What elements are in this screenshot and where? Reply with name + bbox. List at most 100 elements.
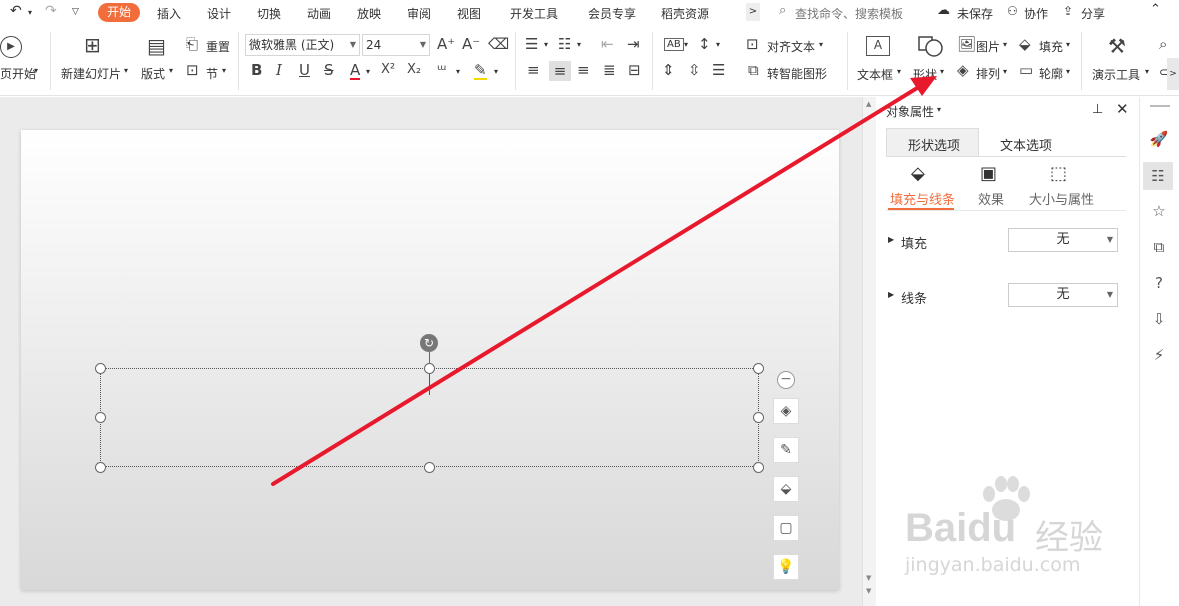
expand-icon[interactable]: ▶: [888, 290, 894, 299]
picture-icon[interactable]: 🖼: [957, 37, 976, 52]
undo-icon[interactable]: ↶: [10, 3, 22, 19]
vertical-scrollbar[interactable]: ▲ ▼ ▼: [862, 97, 876, 606]
line-spacing-icon[interactable]: ↕: [698, 37, 711, 52]
resize-handle-tl[interactable]: [95, 363, 106, 374]
fill-button[interactable]: 填充: [1039, 38, 1063, 55]
tab-animation[interactable]: 动画: [307, 5, 331, 22]
align-center-icon[interactable]: ≡: [549, 61, 571, 81]
superscript-button[interactable]: X²: [381, 63, 395, 76]
chevron-down-icon[interactable]: ▾: [1003, 67, 1007, 76]
numbered-list-icon[interactable]: ☷: [558, 37, 571, 52]
chevron-down-icon[interactable]: ▾: [169, 66, 173, 75]
undo-dropdown-icon[interactable]: ▾: [28, 8, 32, 17]
tab-home[interactable]: 开始: [98, 3, 140, 22]
chevron-down-icon[interactable]: ▾: [684, 40, 688, 49]
properties-icon[interactable]: ☷: [1143, 162, 1173, 190]
bold-button[interactable]: B: [251, 63, 262, 78]
tools-icon[interactable]: ⚒: [1108, 36, 1126, 56]
from-start-button[interactable]: 页开始: [0, 65, 36, 82]
justify-icon[interactable]: ≣: [603, 63, 616, 78]
chevron-down-icon[interactable]: ▾: [1145, 67, 1149, 76]
search-input[interactable]: 查找命令、搜索模板: [795, 5, 903, 22]
smartart-icon[interactable]: ⧉: [748, 63, 759, 78]
chevron-down-icon[interactable]: ▾: [940, 67, 944, 76]
help-icon[interactable]: ?: [1148, 272, 1170, 294]
idea-icon[interactable]: 💡: [773, 554, 799, 580]
font-color-button[interactable]: A: [350, 63, 361, 80]
outline-icon[interactable]: ▭: [1019, 63, 1033, 78]
align-text-icon[interactable]: ⊡: [746, 37, 759, 52]
chevron-down-icon[interactable]: ▾: [1066, 67, 1070, 76]
chevron-down-icon[interactable]: ▾: [937, 105, 941, 114]
pin-icon[interactable]: ⊥: [1092, 102, 1103, 117]
collapse-tools-icon[interactable]: −: [777, 371, 795, 389]
layers-icon[interactable]: ◈: [773, 398, 799, 424]
tab-insert[interactable]: 插入: [157, 5, 181, 22]
collab-button[interactable]: 协作: [1024, 5, 1048, 22]
fill-tool-icon[interactable]: ⬙: [773, 476, 799, 502]
sub-tab-fill-line[interactable]: 填充与线条: [890, 189, 955, 208]
decrease-indent-icon[interactable]: ⇤: [601, 37, 614, 52]
highlight-icon[interactable]: ✎: [474, 63, 487, 80]
increase-indent-icon[interactable]: ⇥: [627, 37, 640, 52]
tab-member[interactable]: 会员专享: [588, 5, 636, 22]
fill-line-icon[interactable]: ⬙: [911, 163, 925, 184]
chevron-down-icon[interactable]: ▾: [366, 67, 370, 76]
star-icon[interactable]: ☆: [1148, 200, 1170, 222]
rotate-handle-icon[interactable]: ↻: [420, 334, 438, 352]
bullet-list-icon[interactable]: ☰: [525, 37, 538, 52]
italic-button[interactable]: I: [276, 63, 282, 78]
line-select[interactable]: 无 ▼: [1008, 283, 1118, 307]
section-button[interactable]: 节: [206, 65, 218, 82]
smartart-button[interactable]: 转智能图形: [767, 65, 827, 82]
resize-handle-tr[interactable]: [753, 363, 764, 374]
tab-design[interactable]: 设计: [207, 5, 231, 22]
outline-button[interactable]: 轮廓: [1039, 65, 1063, 82]
rocket-icon[interactable]: 🚀: [1148, 128, 1170, 150]
fill-label[interactable]: 填充: [901, 233, 927, 252]
resize-handle-bl[interactable]: [95, 462, 106, 473]
ribbon-scroll-right-icon[interactable]: >: [1167, 58, 1179, 90]
search-icon[interactable]: ⌕: [779, 3, 786, 18]
fill-select[interactable]: 无 ▼: [1008, 228, 1118, 252]
layout-button[interactable]: 版式: [141, 65, 165, 82]
tab-docer[interactable]: 稻壳资源: [661, 5, 709, 22]
textbox-button[interactable]: 文本框: [857, 66, 893, 83]
panel-title[interactable]: 对象属性: [886, 103, 934, 120]
tab-slideshow[interactable]: 放映: [357, 5, 381, 22]
para-spacing-icon[interactable]: ⇕: [662, 63, 675, 78]
chevron-down-icon[interactable]: ▾: [1003, 40, 1007, 49]
grow-font-icon[interactable]: A⁺: [437, 37, 455, 52]
font-name-select[interactable]: 微软雅黑 (正文) ▼: [245, 34, 360, 56]
clear-format-icon[interactable]: ⌫: [488, 37, 509, 52]
more-tabs-icon[interactable]: >: [746, 3, 760, 21]
strike-button[interactable]: S: [324, 63, 334, 78]
chevron-down-icon[interactable]: ▾: [897, 67, 901, 76]
chevron-down-icon[interactable]: ▾: [34, 66, 38, 75]
transition-icon[interactable]: ⧉: [1148, 236, 1170, 258]
tab-shape-options[interactable]: 形状选项: [886, 128, 979, 156]
play-icon[interactable]: ▶: [0, 36, 22, 58]
effect-icon[interactable]: ▣: [980, 163, 997, 184]
subscript-button[interactable]: X₂: [407, 63, 421, 76]
presentation-tools-button[interactable]: 演示工具: [1092, 66, 1140, 83]
scroll-up-icon[interactable]: ▲: [866, 100, 871, 108]
search-icon[interactable]: ⌕: [1159, 37, 1167, 52]
redo-icon[interactable]: ↷: [45, 3, 57, 19]
customize-icon[interactable]: ▽: [72, 7, 79, 17]
close-icon[interactable]: ✕: [1116, 100, 1129, 118]
reset-icon[interactable]: ⎗: [186, 37, 198, 52]
shape-button[interactable]: 形状: [913, 66, 937, 83]
phonetic-icon[interactable]: ᵚ: [437, 63, 446, 78]
slide-canvas[interactable]: ↻: [21, 130, 839, 590]
new-slide-icon[interactable]: ⊞: [84, 35, 101, 55]
tab-text-options[interactable]: 文本选项: [1000, 135, 1052, 154]
resize-handle-r[interactable]: [753, 412, 764, 423]
arrange-button[interactable]: 排列: [976, 65, 1000, 82]
new-slide-button[interactable]: 新建幻灯片: [61, 65, 121, 82]
line-height-icon[interactable]: ⇳: [688, 63, 701, 78]
bolt-icon[interactable]: ⚡: [1148, 344, 1170, 366]
drag-grip-icon[interactable]: [1150, 105, 1170, 107]
resize-handle-br[interactable]: [753, 462, 764, 473]
align-left-icon[interactable]: ≡: [527, 63, 540, 78]
